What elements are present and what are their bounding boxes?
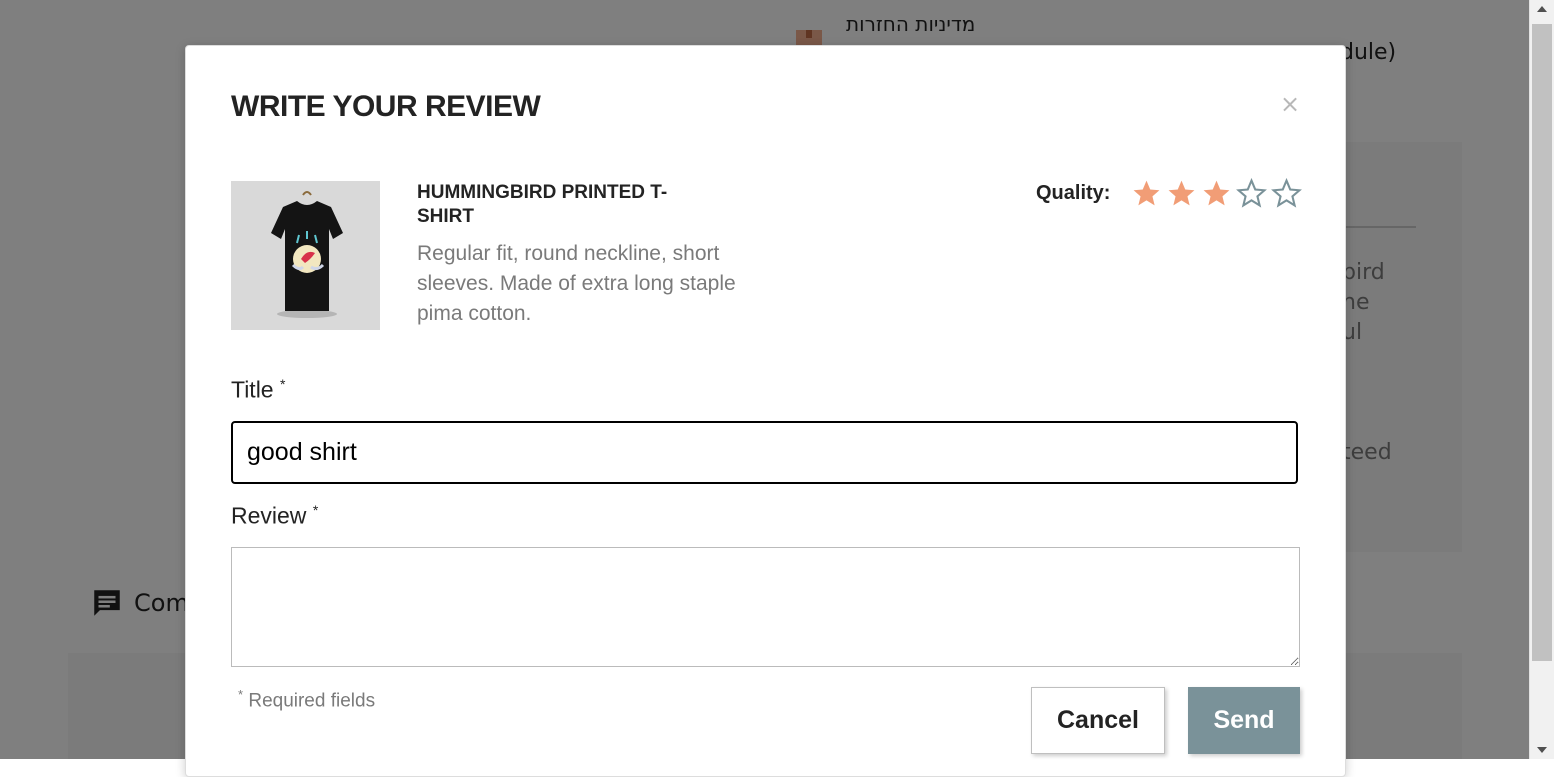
- star-filled-icon[interactable]: [1131, 178, 1162, 209]
- required-fields-text: Required fields: [243, 690, 376, 712]
- send-button[interactable]: Send: [1188, 687, 1300, 754]
- product-description: Regular fit, round neckline, short sleev…: [417, 242, 736, 325]
- star-filled-icon[interactable]: [1166, 178, 1197, 209]
- vertical-scrollbar[interactable]: [1529, 0, 1554, 759]
- scrollbar-thumb[interactable]: [1532, 24, 1552, 661]
- close-icon[interactable]: ×: [1280, 90, 1300, 118]
- title-label-text: Title: [231, 376, 274, 403]
- tshirt-image: [271, 191, 343, 318]
- product-name: HUMMINGBIRD PRINTED T-SHIRT: [417, 182, 668, 227]
- star-filled-icon[interactable]: [1201, 178, 1232, 209]
- scroll-down-arrow-icon[interactable]: [1537, 747, 1547, 753]
- product-image: [231, 181, 380, 330]
- review-label-text: Review: [231, 502, 307, 529]
- required-fields-note: * Required fields: [238, 687, 375, 712]
- quality-rating: [1131, 178, 1302, 209]
- scroll-up-arrow-icon[interactable]: [1537, 6, 1547, 12]
- review-textarea[interactable]: [231, 547, 1300, 667]
- star-empty-icon[interactable]: [1236, 178, 1267, 209]
- required-asterisk: *: [280, 376, 286, 392]
- review-modal: WRITE YOUR REVIEW × HUMMINGBIRD PRINTED …: [185, 45, 1346, 777]
- star-empty-icon[interactable]: [1271, 178, 1302, 209]
- modal-title: WRITE YOUR REVIEW: [231, 90, 541, 123]
- title-input[interactable]: [231, 421, 1298, 484]
- title-label: Title *: [231, 376, 285, 404]
- quality-label: Quality:: [1036, 182, 1111, 204]
- review-label: Review *: [231, 502, 318, 530]
- cancel-button[interactable]: Cancel: [1031, 687, 1165, 754]
- required-asterisk: *: [312, 502, 319, 518]
